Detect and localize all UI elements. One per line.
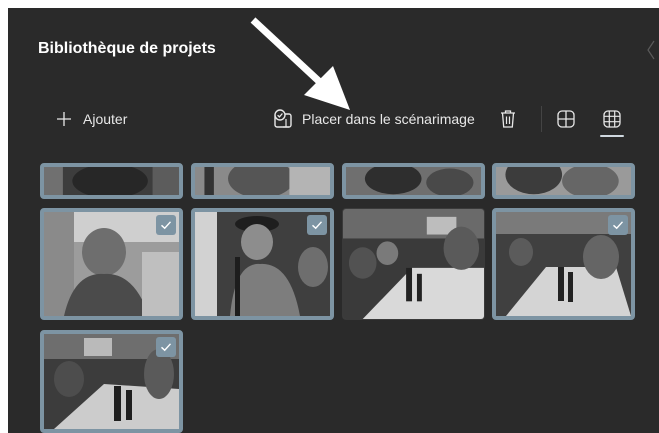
grid-small-icon[interactable] — [601, 108, 623, 130]
project-library-panel: Bibliothèque de projets Ajouter Placer d… — [8, 8, 659, 433]
storyboard-place-icon — [274, 109, 292, 128]
place-in-storyboard-label: Placer dans le scénarimage — [302, 111, 475, 127]
plus-icon — [57, 112, 71, 126]
add-button-label: Ajouter — [83, 111, 128, 127]
media-thumbnail[interactable] — [40, 208, 183, 320]
media-thumbnail[interactable] — [40, 163, 183, 199]
media-thumbnail[interactable] — [40, 330, 183, 433]
selected-check-icon[interactable] — [307, 215, 327, 235]
media-thumbnail[interactable] — [191, 208, 334, 320]
selected-check-icon[interactable] — [156, 337, 176, 357]
media-thumbnail[interactable] — [191, 163, 334, 199]
panel-title: Bibliothèque de projets — [38, 40, 216, 57]
trash-icon[interactable] — [497, 108, 519, 130]
add-button[interactable]: Ajouter — [56, 108, 127, 130]
grid-large-icon[interactable] — [555, 108, 577, 130]
media-thumbnail[interactable] — [492, 163, 635, 199]
media-thumbnail[interactable] — [342, 208, 485, 320]
chevron-left-icon[interactable] — [644, 38, 658, 62]
selected-check-icon[interactable] — [608, 215, 628, 235]
selected-check-icon[interactable] — [156, 215, 176, 235]
active-view-indicator — [600, 135, 624, 137]
toolbar-divider — [541, 106, 542, 132]
media-thumbnail[interactable] — [342, 163, 485, 199]
media-thumbnail[interactable] — [492, 208, 635, 320]
media-grid — [8, 8, 659, 433]
place-in-storyboard-button[interactable]: Placer dans le scénarimage — [272, 107, 475, 131]
